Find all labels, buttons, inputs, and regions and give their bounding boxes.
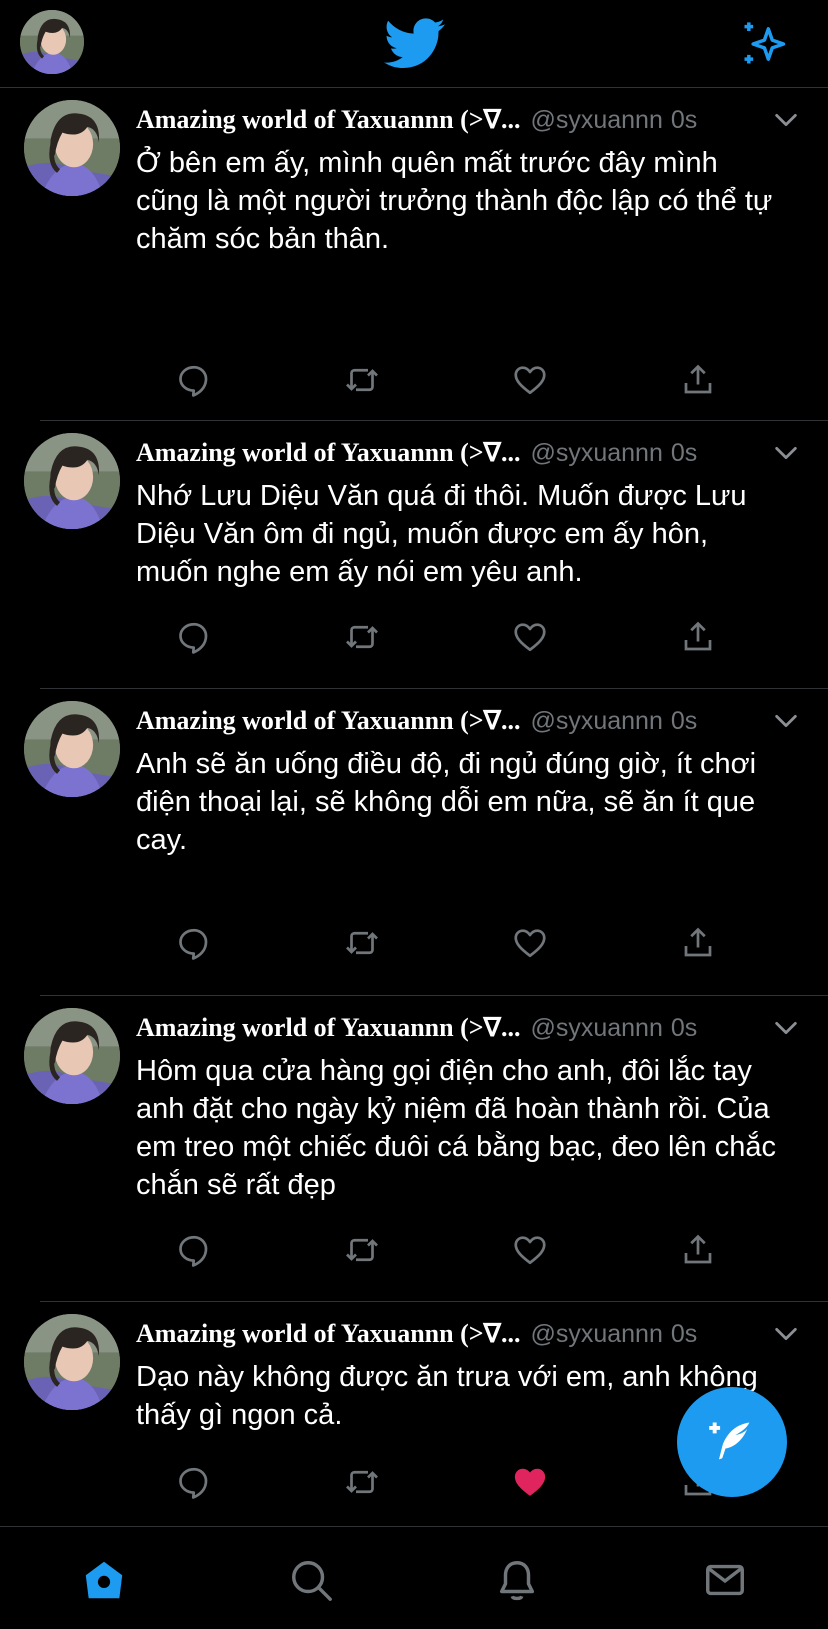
reply-icon[interactable] [176,925,212,961]
chevron-down-icon[interactable] [772,1014,800,1042]
tweet-time: 0s [670,706,698,735]
feather-icon [709,1422,750,1460]
reply-icon[interactable] [176,619,212,655]
tweet-text: Nhớ Lưu Diệu Văn quá đi thôi. Muốn được … [136,480,747,588]
timeline[interactable]: Amazing world of Yaxuannn (>∇... @syxuan… [0,88,828,1531]
tweet-time: 0s [670,1013,698,1042]
author-avatar[interactable] [24,1008,120,1104]
reply-icon[interactable] [176,1464,212,1500]
sparkle-icon[interactable] [738,18,790,70]
reply-icon[interactable] [176,362,212,398]
chevron-down-icon[interactable] [772,439,800,467]
tweet-header: Amazing world of Yaxuannn (>∇... @syxuan… [136,701,800,741]
tweet-actions [136,1232,696,1272]
retweet-icon[interactable] [344,925,380,961]
tweet[interactable]: Amazing world of Yaxuannn (>∇... @syxuan… [24,421,828,689]
share-icon[interactable] [680,1232,716,1268]
author-handle: @syxuannn [530,1319,663,1348]
like-icon-active[interactable] [512,1464,548,1500]
tweet-header: Amazing world of Yaxuannn (>∇... @syxuan… [136,433,800,473]
tweet-actions [136,925,696,965]
author-name[interactable]: Amazing world of Yaxuannn (>∇... [136,105,520,135]
reply-icon[interactable] [176,1232,212,1268]
tweet-time: 0s [670,438,698,467]
share-icon[interactable] [680,925,716,961]
tweet-actions [136,619,696,659]
top-bar [0,0,828,88]
tweet-time: 0s [670,1319,698,1348]
profile-avatar[interactable] [20,10,84,74]
tweet-text: Ở bên em ấy, mình quên mất trước đây mìn… [136,147,773,255]
chevron-down-icon[interactable] [772,1320,800,1348]
bottom-tab-bar [0,1526,828,1629]
like-icon[interactable] [512,1232,548,1268]
tweet-text: Hôm qua cửa hàng gọi điện cho anh, đôi l… [136,1055,776,1201]
author-avatar[interactable] [24,433,120,529]
author-avatar[interactable] [24,100,120,196]
author-handle: @syxuannn [530,1013,663,1042]
share-icon[interactable] [680,619,716,655]
tweet-actions [136,1464,696,1504]
retweet-icon[interactable] [344,619,380,655]
chevron-down-icon[interactable] [772,106,800,134]
search-icon[interactable] [288,1557,334,1603]
share-icon[interactable] [680,362,716,398]
messages-icon[interactable] [702,1557,748,1603]
author-name[interactable]: Amazing world of Yaxuannn (>∇... [136,706,520,736]
author-name[interactable]: Amazing world of Yaxuannn (>∇... [136,1013,520,1043]
tweet-actions [136,362,696,402]
like-icon[interactable] [512,925,548,961]
chevron-down-icon[interactable] [772,707,800,735]
tweet-text: Anh sẽ ăn uống điều độ, đi ngủ đúng giờ,… [136,748,757,856]
tweet-header: Amazing world of Yaxuannn (>∇... @syxuan… [136,1008,800,1048]
twitter-logo-icon[interactable] [384,18,446,70]
retweet-icon[interactable] [344,1232,380,1268]
tweet-time: 0s [670,105,698,134]
tweet[interactable]: Amazing world of Yaxuannn (>∇... @syxuan… [24,88,828,421]
tweet-header: Amazing world of Yaxuannn (>∇... @syxuan… [136,100,800,140]
author-handle: @syxuannn [530,105,663,134]
author-handle: @syxuannn [530,438,663,467]
retweet-icon[interactable] [344,362,380,398]
author-avatar[interactable] [24,701,120,797]
like-icon[interactable] [512,362,548,398]
author-avatar[interactable] [24,1314,120,1410]
tweet[interactable]: Amazing world of Yaxuannn (>∇... @syxuan… [24,689,828,996]
retweet-icon[interactable] [344,1464,380,1500]
tweet[interactable]: Amazing world of Yaxuannn (>∇... @syxuan… [24,996,828,1302]
tweet-header: Amazing world of Yaxuannn (>∇... @syxuan… [136,1314,800,1354]
home-icon[interactable] [81,1557,127,1603]
notifications-icon[interactable] [494,1557,540,1603]
author-name[interactable]: Amazing world of Yaxuannn (>∇... [136,438,520,468]
author-handle: @syxuannn [530,706,663,735]
compose-tweet-button[interactable] [677,1387,787,1497]
author-name[interactable]: Amazing world of Yaxuannn (>∇... [136,1319,520,1349]
like-icon[interactable] [512,619,548,655]
